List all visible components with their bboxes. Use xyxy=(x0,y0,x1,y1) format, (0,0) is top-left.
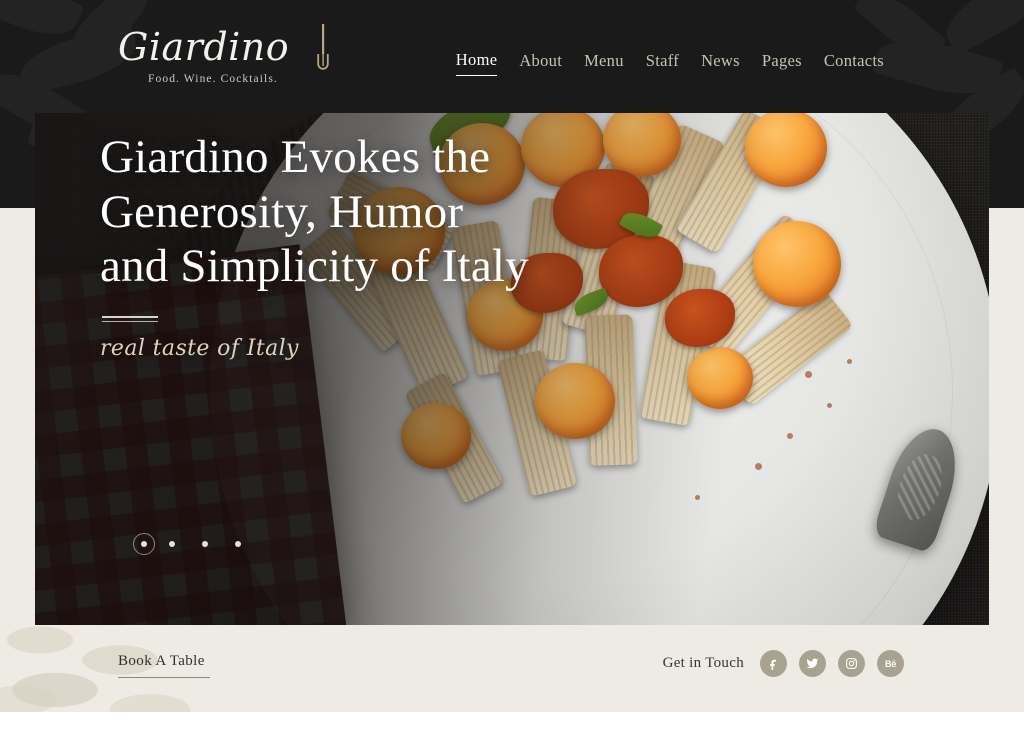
slider-dot-1[interactable] xyxy=(133,533,155,555)
brand-logo[interactable]: Giardino Food. Wine. Cocktails. xyxy=(118,24,329,85)
behance-icon: Bē xyxy=(885,658,896,669)
slider-dot-4[interactable] xyxy=(221,533,254,555)
main-navigation: Home About Menu Staff News Pages Contact… xyxy=(455,50,884,76)
dot-icon xyxy=(234,541,241,547)
hero-title-line-1: Giardino Evokes the xyxy=(100,131,491,183)
get-in-touch-label: Get in Touch xyxy=(662,655,744,671)
slider-dot-2[interactable] xyxy=(155,533,188,555)
page-root: Giardino Food. Wine. Cocktails. Home Abo… xyxy=(0,0,1024,745)
bottom-white-strip xyxy=(0,712,1024,745)
hero-title-line-2: Generosity, Humor xyxy=(100,185,464,238)
fork-icon xyxy=(317,24,329,70)
instagram-button[interactable] xyxy=(838,650,865,677)
dot-icon xyxy=(201,541,208,547)
book-a-table-underline xyxy=(118,677,210,678)
brand-name: Giardino xyxy=(118,25,290,69)
get-in-touch-section: Get in Touch Bē xyxy=(663,650,904,677)
facebook-icon xyxy=(770,659,777,670)
hero-divider xyxy=(102,315,158,322)
book-a-table-label: Book A Table xyxy=(118,653,205,669)
nav-item-news[interactable]: News xyxy=(701,51,740,76)
nav-item-menu[interactable]: Menu xyxy=(584,51,624,76)
header-bar: Giardino Food. Wine. Cocktails. Home Abo… xyxy=(0,0,1024,115)
behance-button[interactable]: Bē xyxy=(877,650,904,677)
nav-item-staff[interactable]: Staff xyxy=(646,51,679,76)
slider-pagination xyxy=(133,533,254,555)
hero-title: Giardino Evokes the Generosity, Humor an… xyxy=(100,130,660,294)
instagram-icon xyxy=(846,658,857,669)
dot-icon xyxy=(168,541,175,547)
twitter-button[interactable] xyxy=(799,650,826,677)
nav-item-about[interactable]: About xyxy=(519,51,562,76)
hero-subtitle: real taste of Italy xyxy=(100,335,299,361)
brand-tagline: Food. Wine. Cocktails. xyxy=(148,73,278,85)
hero-title-line-3: and Simplicity of Italy xyxy=(100,240,529,293)
twitter-icon xyxy=(806,658,819,669)
nav-item-contacts[interactable]: Contacts xyxy=(824,51,884,76)
hero-content: Giardino Evokes the Generosity, Humor an… xyxy=(100,130,660,361)
nav-item-pages[interactable]: Pages xyxy=(762,51,802,76)
nav-item-home[interactable]: Home xyxy=(455,50,498,76)
dot-icon xyxy=(141,541,147,547)
slider-dot-3[interactable] xyxy=(188,533,221,555)
book-a-table-button[interactable]: Book A Table xyxy=(118,653,210,678)
facebook-button[interactable] xyxy=(760,650,787,677)
